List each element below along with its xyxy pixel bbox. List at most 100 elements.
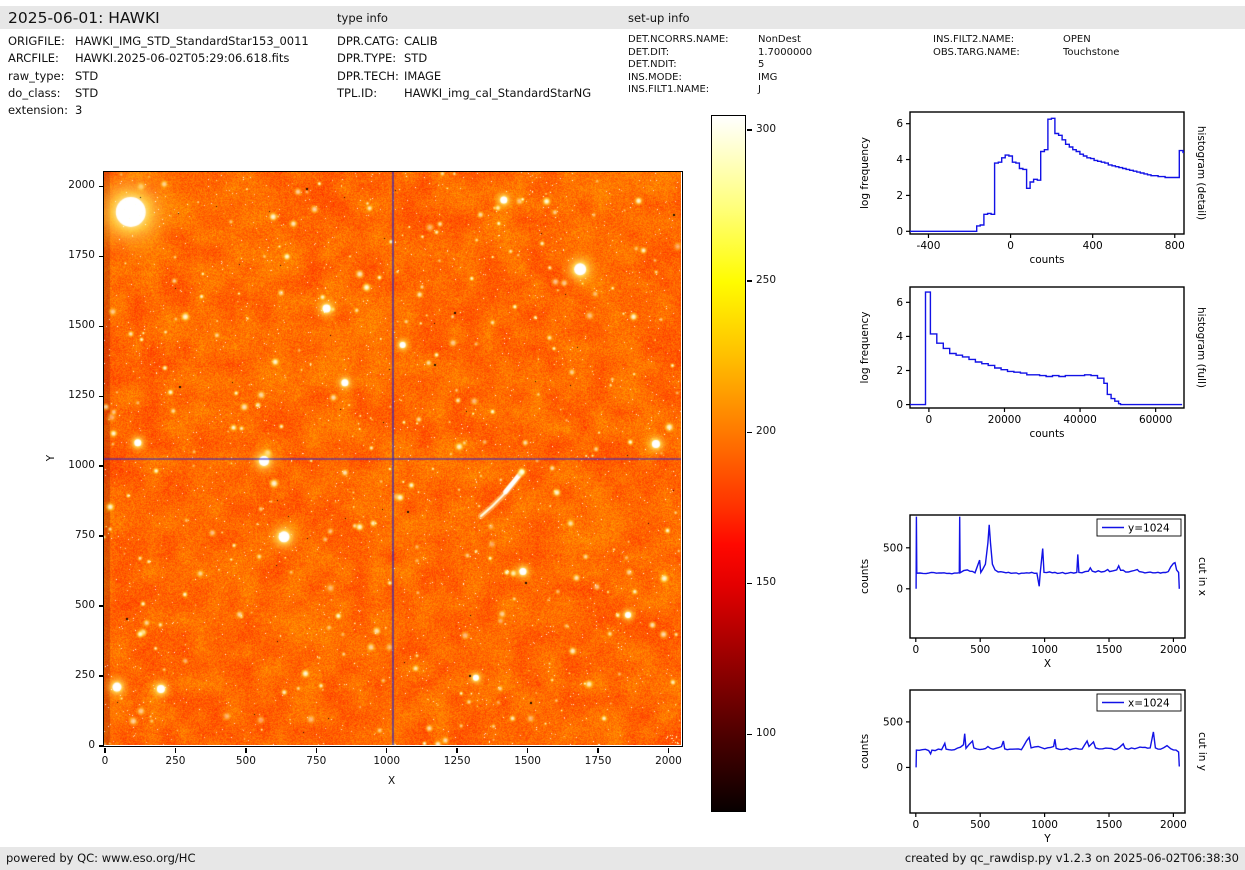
- info-value: 1.7000000: [758, 46, 813, 58]
- y-tick: [98, 535, 104, 537]
- info-label: INS.MODE:: [628, 71, 682, 83]
- x-tick-label: 0: [912, 644, 919, 656]
- plot-y-label: counts: [859, 559, 871, 594]
- y-tick-label: 1500: [68, 319, 95, 332]
- info-value: 5: [758, 59, 765, 71]
- colorbar-tick-label: 150: [756, 576, 777, 589]
- y-tick: [98, 255, 104, 258]
- info-label: extension:: [8, 103, 68, 118]
- y-tick-label: 0: [896, 762, 903, 774]
- info-value: J: [758, 84, 761, 96]
- x-tick-label: 0: [1007, 240, 1014, 252]
- y-tick-label: 0: [88, 739, 95, 751]
- y-tick-label: 2: [896, 190, 903, 202]
- y-axis-label: Y: [45, 454, 58, 462]
- info-label: DPR.TYPE:: [337, 51, 397, 66]
- y-tick-label: 0: [896, 583, 903, 595]
- x-tick-label: 1000: [1031, 819, 1058, 831]
- colorbar-tick-label: 200: [756, 425, 777, 438]
- info-label: raw_type:: [8, 68, 65, 83]
- x-tick-label: 0: [912, 819, 919, 831]
- x-tick-label: 750: [306, 755, 327, 767]
- info-label: DET.NCORRS.NAME:: [628, 34, 729, 45]
- x-tick: [597, 747, 599, 753]
- y-tick: [98, 605, 104, 607]
- y-tick: [98, 185, 104, 188]
- info-label: ORIGFILE:: [8, 34, 65, 48]
- colorbar-tick-label: 300: [756, 123, 777, 136]
- info-label: INS.FILT1.NAME:: [628, 84, 710, 96]
- x-tick-label: 500: [970, 819, 990, 831]
- y-tick-label: 2: [896, 365, 903, 377]
- colorbar-tick: [746, 431, 752, 434]
- x-tick-label: 500: [970, 644, 990, 656]
- info-value: STD: [75, 85, 99, 100]
- colorbar-tick: [746, 280, 752, 282]
- y-tick: [98, 325, 104, 328]
- x-tick-label: 1500: [1096, 819, 1123, 831]
- info-value: IMG: [758, 71, 778, 83]
- info-value: OPEN: [1063, 34, 1091, 45]
- colorbar-tick: [746, 582, 752, 585]
- legend-label: x=1024: [1128, 698, 1170, 710]
- info-label: do_class:: [8, 85, 61, 100]
- x-tick-label: 800: [1165, 240, 1185, 252]
- info-value: HAWKI_IMG_STD_StandardStar153_0011: [75, 34, 309, 48]
- series-line: [915, 731, 1180, 768]
- main-image-canvas: [104, 172, 681, 745]
- plot-x-label: Y: [1043, 833, 1051, 845]
- colorbar-tick: [746, 129, 752, 131]
- x-tick: [245, 747, 247, 753]
- y-tick-label: 4: [896, 331, 903, 343]
- y-tick: [98, 745, 104, 747]
- info-value: Touchstone: [1063, 46, 1120, 58]
- type-info-heading: type info: [337, 11, 388, 25]
- legend-label: y=1024: [1128, 523, 1170, 535]
- info-label: TPL.ID:: [337, 85, 378, 100]
- y-tick-label: 0: [896, 226, 903, 238]
- colorbar-tick-label: 250: [756, 274, 777, 287]
- x-tick: [104, 747, 106, 753]
- y-tick-label: 750: [74, 529, 95, 542]
- x-tick: [385, 747, 388, 753]
- info-value: HAWKI.2025-06-02T05:29:06.618.fits: [75, 51, 290, 66]
- x-tick-label: 60000: [1139, 414, 1172, 426]
- plot-y-label: counts: [859, 734, 871, 769]
- x-tick-label: 40000: [1063, 414, 1096, 426]
- plot-x-label: counts: [1029, 254, 1064, 266]
- y-tick-label: 6: [896, 118, 903, 130]
- plot-histogram-full: 0 20000 40000 60000 0 2 4 6 counts log frequency h…: [859, 286, 1207, 440]
- x-tick-label: 1000: [1031, 644, 1058, 656]
- info-value: HAWKI_img_cal_StandardStarNG: [404, 85, 592, 100]
- footer-powered-by: powered by QC: www.eso.org/HC: [6, 851, 196, 865]
- plot-y-label: log frequency: [859, 311, 871, 383]
- x-tick-label: 0: [926, 414, 933, 426]
- qc-report-page: { "header": { "title": "2025-06-01: HAWK…: [0, 0, 1245, 870]
- x-tick-label: 1500: [1096, 644, 1123, 656]
- x-tick-label: 20000: [988, 414, 1021, 426]
- colorbar: [711, 115, 746, 812]
- plot-cut-in-y: 0 500 1000 1500 2000 0 500 Ycounts cut in y x=102…: [859, 689, 1208, 845]
- x-tick-label: 0: [101, 755, 109, 767]
- info-label: DPR.TECH:: [337, 68, 399, 83]
- header-strip: [0, 6, 1245, 29]
- info-label: DET.NDIT:: [628, 59, 677, 71]
- series-line: [910, 117, 1184, 232]
- x-tick-label: 1250: [443, 755, 471, 767]
- plot-right-title: cut in x: [1196, 557, 1208, 596]
- series-line: [910, 291, 1183, 406]
- x-tick: [174, 747, 177, 753]
- x-tick-label: 400: [1083, 240, 1103, 252]
- plot-frame: [909, 286, 1185, 409]
- x-tick-label: 2000: [1160, 819, 1187, 831]
- x-tick-label: 2000: [1160, 644, 1187, 656]
- info-value: IMAGE: [404, 68, 442, 83]
- info-value: CALIB: [404, 34, 438, 48]
- x-tick-label: -400: [917, 240, 941, 252]
- y-tick-label: 1000: [68, 459, 95, 472]
- x-tick-label: 250: [165, 755, 186, 767]
- y-tick-label: 0: [896, 399, 903, 411]
- plot-right-title: cut in y: [1196, 732, 1208, 771]
- y-tick-label: 500: [883, 716, 903, 728]
- plot-y-label: log frequency: [859, 137, 871, 209]
